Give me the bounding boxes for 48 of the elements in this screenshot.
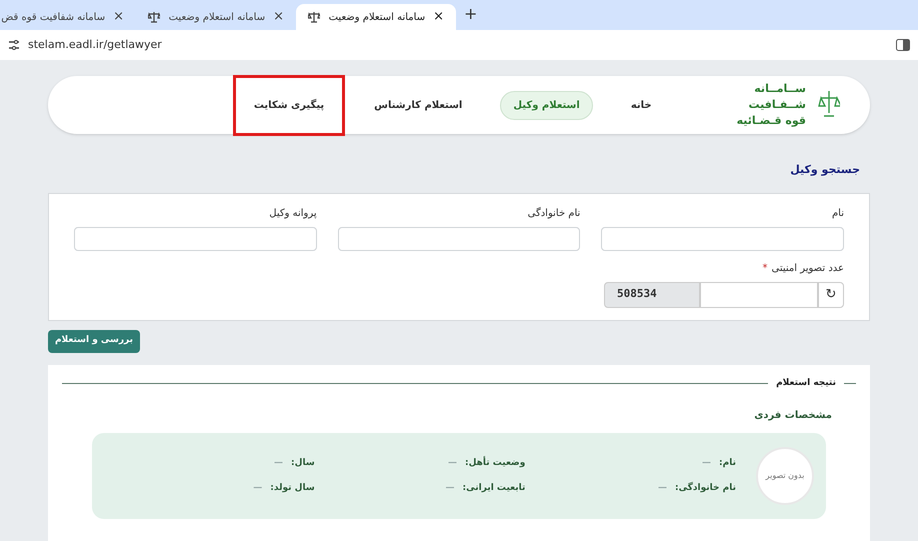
- submit-button[interactable]: بررسی و استعلام: [48, 330, 140, 352]
- nav-link[interactable]: استعلام وکیل: [500, 90, 593, 120]
- logo-text: قوه قـضـائیه: [736, 113, 806, 129]
- field-label: پروانه وکیل: [268, 206, 317, 220]
- detail-value: —: [702, 456, 712, 470]
- detail-label: نام خانوادگی:: [674, 482, 736, 495]
- site-settings-icon[interactable]: [8, 40, 20, 50]
- detail-value: —: [274, 456, 284, 470]
- result-title: نتیجه استعلام: [776, 376, 836, 390]
- scales-icon: [308, 11, 320, 23]
- search-title: جستجو وکیل: [789, 162, 860, 178]
- detail-label: نام:: [719, 456, 736, 470]
- detail-value: —: [658, 482, 667, 495]
- section-title: مشخصات فردی: [753, 409, 832, 423]
- close-tab-button[interactable]: ×: [113, 7, 124, 27]
- logo-text: ســامــانه: [753, 81, 806, 97]
- no-photo-text: بدون تصویر: [766, 470, 804, 482]
- text-field[interactable]: [74, 226, 317, 250]
- field-label: نام خانوادگی: [526, 206, 580, 220]
- detail-label: وضعیت تأهل:: [465, 456, 526, 470]
- browser-tab[interactable]: سامانه استعلام وضعیت ×: [296, 4, 456, 30]
- nav-link[interactable]: خانه: [618, 92, 664, 118]
- captcha-image: 508534: [604, 282, 700, 308]
- logo-text: شــفـافیت: [748, 97, 806, 113]
- refresh-button[interactable]: ↻: [818, 282, 844, 308]
- detail-label: سال:: [291, 456, 315, 470]
- text-field[interactable]: [338, 226, 580, 250]
- detail-label: تابعیت ایرانی:: [462, 482, 526, 495]
- tab-title: سامانه استعلام وضعیت: [328, 10, 426, 24]
- field-label: نام: [830, 206, 844, 220]
- captcha-field[interactable]: [700, 282, 818, 308]
- scales-icon: [148, 11, 160, 23]
- new-tab-button[interactable]: +: [464, 2, 478, 26]
- tab-title: سامانه شفافیت قوه قض: [1, 10, 106, 24]
- nav-link[interactable]: پیگیری شکایت: [242, 92, 336, 118]
- browser-tab[interactable]: سامانه استعلام وضعیت ×: [136, 4, 296, 30]
- nav-link[interactable]: استعلام کارشناس: [362, 92, 474, 118]
- browser-tab[interactable]: سامانه شفافیت قوه قض ×: [0, 4, 136, 30]
- text-field[interactable]: [601, 226, 844, 250]
- captcha-label: عدد تصویر امنیتی: [772, 262, 844, 274]
- tab-title: سامانه استعلام وضعیت: [168, 10, 266, 24]
- detail-label: سال تولد:: [270, 482, 315, 495]
- detail-value: —: [253, 482, 262, 495]
- close-tab-button[interactable]: ×: [273, 7, 284, 27]
- detail-value: —: [448, 456, 457, 470]
- close-tab-button[interactable]: ×: [433, 7, 444, 27]
- required-mark: *: [762, 262, 768, 274]
- detail-value: —: [446, 482, 455, 495]
